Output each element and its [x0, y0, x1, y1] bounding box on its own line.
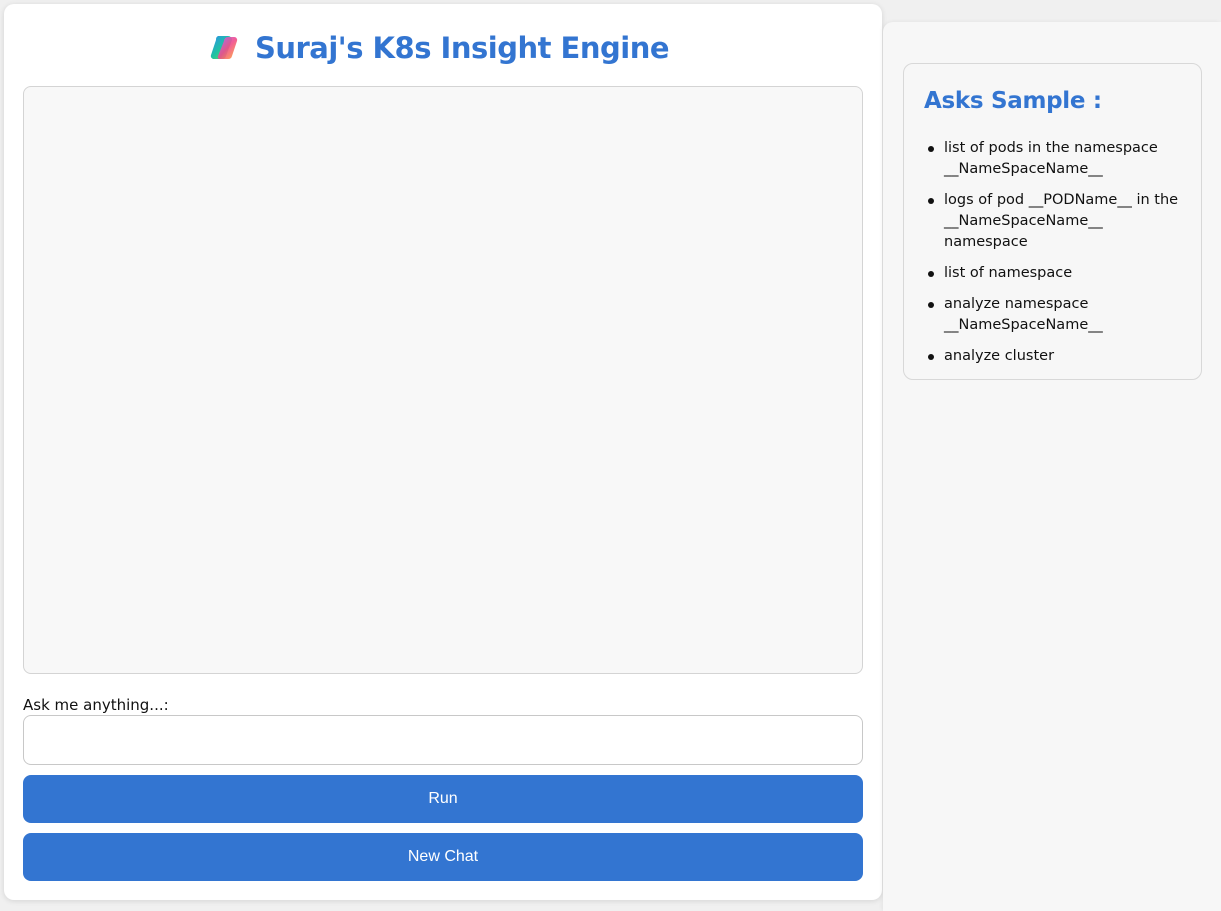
- asks-sample-title: Asks Sample :: [924, 88, 1102, 114]
- run-button[interactable]: Run: [23, 775, 863, 823]
- page-header: Suraj's K8s Insight Engine: [4, 24, 882, 72]
- chat-history-area[interactable]: [23, 86, 863, 674]
- sample-item: logs of pod __PODName__ in the __NameSpa…: [924, 190, 1189, 253]
- sample-item: analyze cluster: [924, 346, 1189, 367]
- ask-input[interactable]: [23, 715, 863, 765]
- copilot-logo-icon: [205, 28, 245, 68]
- sidebar: Asks Sample : list of pods in the namesp…: [883, 22, 1221, 911]
- sample-item: list of namespace: [924, 263, 1189, 284]
- page-title: Suraj's K8s Insight Engine: [254, 31, 670, 65]
- asks-sample-list: list of pods in the namespace __NameSpac…: [924, 138, 1189, 377]
- asks-sample-card: Asks Sample : list of pods in the namesp…: [903, 63, 1202, 380]
- new-chat-button[interactable]: New Chat: [23, 833, 863, 881]
- sample-item: list of pods in the namespace __NameSpac…: [924, 138, 1189, 180]
- sample-item: analyze namespace __NameSpaceName__: [924, 294, 1189, 336]
- main-panel: Suraj's K8s Insight Engine Ask me anythi…: [4, 4, 882, 900]
- ask-input-label: Ask me anything...:: [23, 696, 169, 714]
